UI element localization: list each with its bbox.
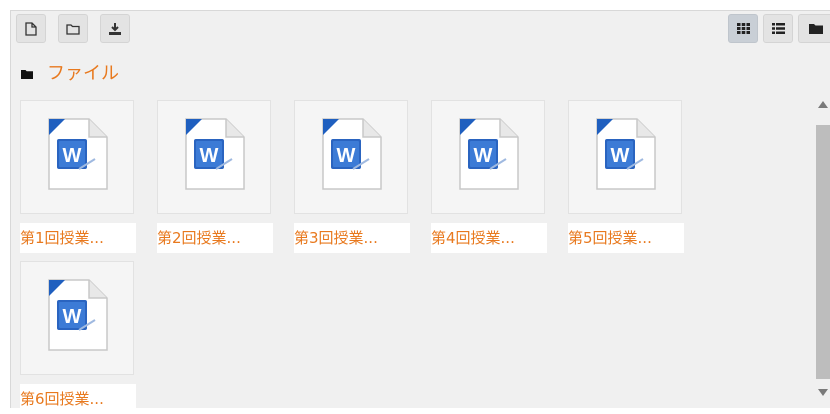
word-doc-icon: W	[322, 118, 382, 190]
file-name-link[interactable]: 第6回授業...	[20, 384, 136, 414]
word-doc-icon: W	[459, 118, 519, 190]
scroll-up-arrow-icon[interactable]	[818, 101, 828, 108]
word-doc-icon: W	[596, 118, 656, 190]
tree-view-icon	[809, 24, 823, 34]
vertical-scrollbar[interactable]	[815, 97, 830, 407]
file-name-link[interactable]: 第4回授業...	[431, 223, 547, 253]
grid-view-button[interactable]	[728, 14, 758, 43]
new-file-icon	[25, 21, 37, 36]
tree-view-button[interactable]	[798, 14, 830, 43]
list-view-icon	[771, 23, 785, 34]
file-thumbnail[interactable]: W	[294, 100, 408, 214]
breadcrumb-folder-link[interactable]: ファイル	[47, 63, 119, 85]
scrollbar-thumb[interactable]	[816, 125, 830, 379]
download-button[interactable]	[100, 14, 130, 43]
svg-text:W: W	[611, 145, 630, 167]
file-name-link[interactable]: 第2回授業...	[157, 223, 273, 253]
file-thumbnail[interactable]: W	[157, 100, 271, 214]
new-folder-icon	[66, 23, 80, 35]
svg-text:W: W	[63, 145, 82, 167]
word-doc-icon: W	[48, 279, 108, 351]
download-icon	[109, 22, 121, 35]
new-file-button[interactable]	[16, 14, 46, 43]
file-thumbnail[interactable]: W	[20, 261, 134, 375]
list-view-button[interactable]	[763, 14, 793, 43]
breadcrumb: ファイル	[21, 63, 119, 85]
svg-text:W: W	[200, 145, 219, 167]
scroll-down-arrow-icon[interactable]	[818, 389, 828, 396]
file-name-link[interactable]: 第1回授業...	[20, 223, 136, 253]
svg-text:W: W	[63, 306, 82, 328]
svg-text:W: W	[337, 145, 356, 167]
grid-view-icon	[736, 23, 750, 34]
file-thumbnail[interactable]: W	[568, 100, 682, 214]
new-folder-button[interactable]	[58, 14, 88, 43]
file-thumbnail[interactable]: W	[20, 100, 134, 214]
file-thumbnail[interactable]: W	[431, 100, 545, 214]
svg-text:W: W	[474, 145, 493, 167]
word-doc-icon: W	[185, 118, 245, 190]
file-name-link[interactable]: 第3回授業...	[294, 223, 410, 253]
folder-icon	[21, 70, 33, 79]
word-doc-icon: W	[48, 118, 108, 190]
file-name-link[interactable]: 第5回授業...	[568, 223, 684, 253]
